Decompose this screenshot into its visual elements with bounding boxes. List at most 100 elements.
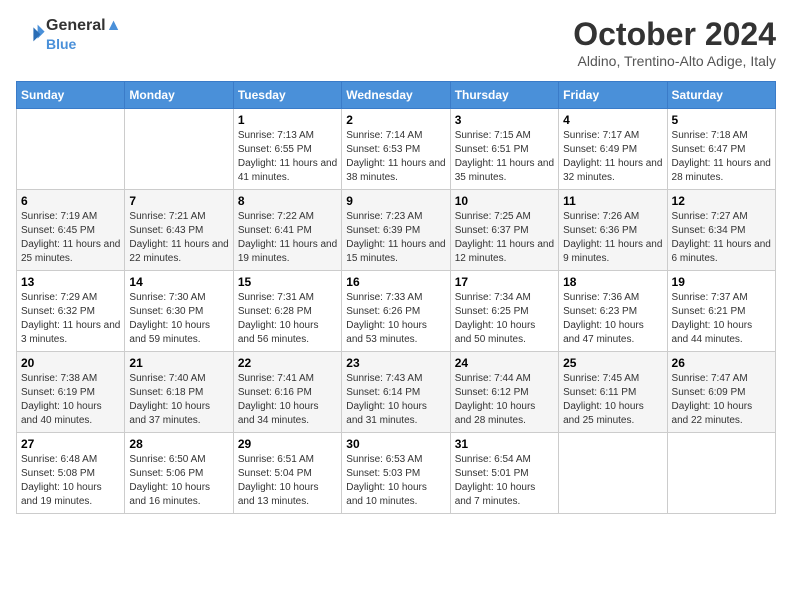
day-number: 4	[563, 113, 662, 127]
calendar-cell: 25 Sunrise: 7:45 AMSunset: 6:11 PMDaylig…	[559, 352, 667, 433]
day-header-saturday: Saturday	[667, 82, 775, 109]
day-info: Sunrise: 7:30 AMSunset: 6:30 PMDaylight:…	[129, 292, 210, 345]
calendar-cell: 3 Sunrise: 7:15 AMSunset: 6:51 PMDayligh…	[450, 109, 558, 190]
calendar-cell: 15 Sunrise: 7:31 AMSunset: 6:28 PMDaylig…	[233, 271, 341, 352]
calendar-cell: 2 Sunrise: 7:14 AMSunset: 6:53 PMDayligh…	[342, 109, 450, 190]
day-header-wednesday: Wednesday	[342, 82, 450, 109]
calendar-cell: 28 Sunrise: 6:50 AMSunset: 5:06 PMDaylig…	[125, 433, 233, 514]
day-number: 3	[455, 113, 554, 127]
day-info: Sunrise: 7:17 AMSunset: 6:49 PMDaylight:…	[563, 130, 662, 183]
day-info: Sunrise: 6:48 AMSunset: 5:08 PMDaylight:…	[21, 454, 102, 507]
day-info: Sunrise: 7:43 AMSunset: 6:14 PMDaylight:…	[346, 373, 427, 426]
day-number: 2	[346, 113, 445, 127]
day-info: Sunrise: 7:44 AMSunset: 6:12 PMDaylight:…	[455, 373, 536, 426]
day-info: Sunrise: 6:50 AMSunset: 5:06 PMDaylight:…	[129, 454, 210, 507]
day-number: 23	[346, 356, 445, 370]
calendar-header-row: SundayMondayTuesdayWednesdayThursdayFrid…	[17, 82, 776, 109]
day-info: Sunrise: 7:31 AMSunset: 6:28 PMDaylight:…	[238, 292, 319, 345]
day-number: 5	[672, 113, 771, 127]
calendar-cell: 24 Sunrise: 7:44 AMSunset: 6:12 PMDaylig…	[450, 352, 558, 433]
day-number: 25	[563, 356, 662, 370]
calendar-cell: 4 Sunrise: 7:17 AMSunset: 6:49 PMDayligh…	[559, 109, 667, 190]
calendar-cell	[125, 109, 233, 190]
day-number: 27	[21, 437, 120, 451]
day-info: Sunrise: 7:34 AMSunset: 6:25 PMDaylight:…	[455, 292, 536, 345]
calendar-cell: 8 Sunrise: 7:22 AMSunset: 6:41 PMDayligh…	[233, 190, 341, 271]
day-number: 6	[21, 194, 120, 208]
calendar-cell	[667, 433, 775, 514]
day-info: Sunrise: 7:22 AMSunset: 6:41 PMDaylight:…	[238, 211, 337, 264]
calendar-cell: 19 Sunrise: 7:37 AMSunset: 6:21 PMDaylig…	[667, 271, 775, 352]
calendar-cell: 31 Sunrise: 6:54 AMSunset: 5:01 PMDaylig…	[450, 433, 558, 514]
day-header-thursday: Thursday	[450, 82, 558, 109]
day-info: Sunrise: 7:45 AMSunset: 6:11 PMDaylight:…	[563, 373, 644, 426]
calendar-body: 1 Sunrise: 7:13 AMSunset: 6:55 PMDayligh…	[17, 109, 776, 514]
calendar-cell: 5 Sunrise: 7:18 AMSunset: 6:47 PMDayligh…	[667, 109, 775, 190]
day-info: Sunrise: 7:18 AMSunset: 6:47 PMDaylight:…	[672, 130, 771, 183]
calendar-cell: 12 Sunrise: 7:27 AMSunset: 6:34 PMDaylig…	[667, 190, 775, 271]
day-number: 9	[346, 194, 445, 208]
day-info: Sunrise: 7:33 AMSunset: 6:26 PMDaylight:…	[346, 292, 427, 345]
calendar-cell: 10 Sunrise: 7:25 AMSunset: 6:37 PMDaylig…	[450, 190, 558, 271]
day-number: 18	[563, 275, 662, 289]
logo-icon	[18, 19, 46, 47]
calendar-cell: 20 Sunrise: 7:38 AMSunset: 6:19 PMDaylig…	[17, 352, 125, 433]
day-info: Sunrise: 7:21 AMSunset: 6:43 PMDaylight:…	[129, 211, 228, 264]
day-number: 1	[238, 113, 337, 127]
calendar-table: SundayMondayTuesdayWednesdayThursdayFrid…	[16, 81, 776, 514]
calendar-cell	[17, 109, 125, 190]
day-info: Sunrise: 6:51 AMSunset: 5:04 PMDaylight:…	[238, 454, 319, 507]
location: Aldino, Trentino-Alto Adige, Italy	[573, 53, 776, 69]
day-info: Sunrise: 7:29 AMSunset: 6:32 PMDaylight:…	[21, 292, 120, 345]
day-number: 11	[563, 194, 662, 208]
day-info: Sunrise: 7:27 AMSunset: 6:34 PMDaylight:…	[672, 211, 771, 264]
calendar-week-row: 27 Sunrise: 6:48 AMSunset: 5:08 PMDaylig…	[17, 433, 776, 514]
day-info: Sunrise: 6:53 AMSunset: 5:03 PMDaylight:…	[346, 454, 427, 507]
day-info: Sunrise: 7:25 AMSunset: 6:37 PMDaylight:…	[455, 211, 554, 264]
day-info: Sunrise: 7:38 AMSunset: 6:19 PMDaylight:…	[21, 373, 102, 426]
day-header-sunday: Sunday	[17, 82, 125, 109]
day-info: Sunrise: 7:15 AMSunset: 6:51 PMDaylight:…	[455, 130, 554, 183]
day-number: 20	[21, 356, 120, 370]
calendar-cell: 6 Sunrise: 7:19 AMSunset: 6:45 PMDayligh…	[17, 190, 125, 271]
day-number: 26	[672, 356, 771, 370]
day-number: 14	[129, 275, 228, 289]
title-area: October 2024 Aldino, Trentino-Alto Adige…	[573, 16, 776, 69]
calendar-week-row: 13 Sunrise: 7:29 AMSunset: 6:32 PMDaylig…	[17, 271, 776, 352]
calendar-cell: 18 Sunrise: 7:36 AMSunset: 6:23 PMDaylig…	[559, 271, 667, 352]
day-number: 8	[238, 194, 337, 208]
day-header-monday: Monday	[125, 82, 233, 109]
day-info: Sunrise: 6:54 AMSunset: 5:01 PMDaylight:…	[455, 454, 536, 507]
day-number: 16	[346, 275, 445, 289]
calendar-cell	[559, 433, 667, 514]
calendar-cell: 22 Sunrise: 7:41 AMSunset: 6:16 PMDaylig…	[233, 352, 341, 433]
day-number: 28	[129, 437, 228, 451]
logo: General▲ Blue	[16, 16, 121, 54]
calendar-cell: 26 Sunrise: 7:47 AMSunset: 6:09 PMDaylig…	[667, 352, 775, 433]
calendar-cell: 17 Sunrise: 7:34 AMSunset: 6:25 PMDaylig…	[450, 271, 558, 352]
day-number: 21	[129, 356, 228, 370]
day-info: Sunrise: 7:36 AMSunset: 6:23 PMDaylight:…	[563, 292, 644, 345]
day-number: 7	[129, 194, 228, 208]
calendar-week-row: 1 Sunrise: 7:13 AMSunset: 6:55 PMDayligh…	[17, 109, 776, 190]
day-info: Sunrise: 7:13 AMSunset: 6:55 PMDaylight:…	[238, 130, 337, 183]
calendar-cell: 7 Sunrise: 7:21 AMSunset: 6:43 PMDayligh…	[125, 190, 233, 271]
calendar-cell: 23 Sunrise: 7:43 AMSunset: 6:14 PMDaylig…	[342, 352, 450, 433]
calendar-cell: 9 Sunrise: 7:23 AMSunset: 6:39 PMDayligh…	[342, 190, 450, 271]
calendar-cell: 30 Sunrise: 6:53 AMSunset: 5:03 PMDaylig…	[342, 433, 450, 514]
day-info: Sunrise: 7:23 AMSunset: 6:39 PMDaylight:…	[346, 211, 445, 264]
day-info: Sunrise: 7:37 AMSunset: 6:21 PMDaylight:…	[672, 292, 753, 345]
day-header-friday: Friday	[559, 82, 667, 109]
day-number: 13	[21, 275, 120, 289]
calendar-cell: 27 Sunrise: 6:48 AMSunset: 5:08 PMDaylig…	[17, 433, 125, 514]
day-number: 24	[455, 356, 554, 370]
day-info: Sunrise: 7:41 AMSunset: 6:16 PMDaylight:…	[238, 373, 319, 426]
calendar-cell: 21 Sunrise: 7:40 AMSunset: 6:18 PMDaylig…	[125, 352, 233, 433]
calendar-week-row: 6 Sunrise: 7:19 AMSunset: 6:45 PMDayligh…	[17, 190, 776, 271]
day-header-tuesday: Tuesday	[233, 82, 341, 109]
day-info: Sunrise: 7:14 AMSunset: 6:53 PMDaylight:…	[346, 130, 445, 183]
day-info: Sunrise: 7:47 AMSunset: 6:09 PMDaylight:…	[672, 373, 753, 426]
day-info: Sunrise: 7:26 AMSunset: 6:36 PMDaylight:…	[563, 211, 662, 264]
calendar-cell: 13 Sunrise: 7:29 AMSunset: 6:32 PMDaylig…	[17, 271, 125, 352]
calendar-cell: 14 Sunrise: 7:30 AMSunset: 6:30 PMDaylig…	[125, 271, 233, 352]
